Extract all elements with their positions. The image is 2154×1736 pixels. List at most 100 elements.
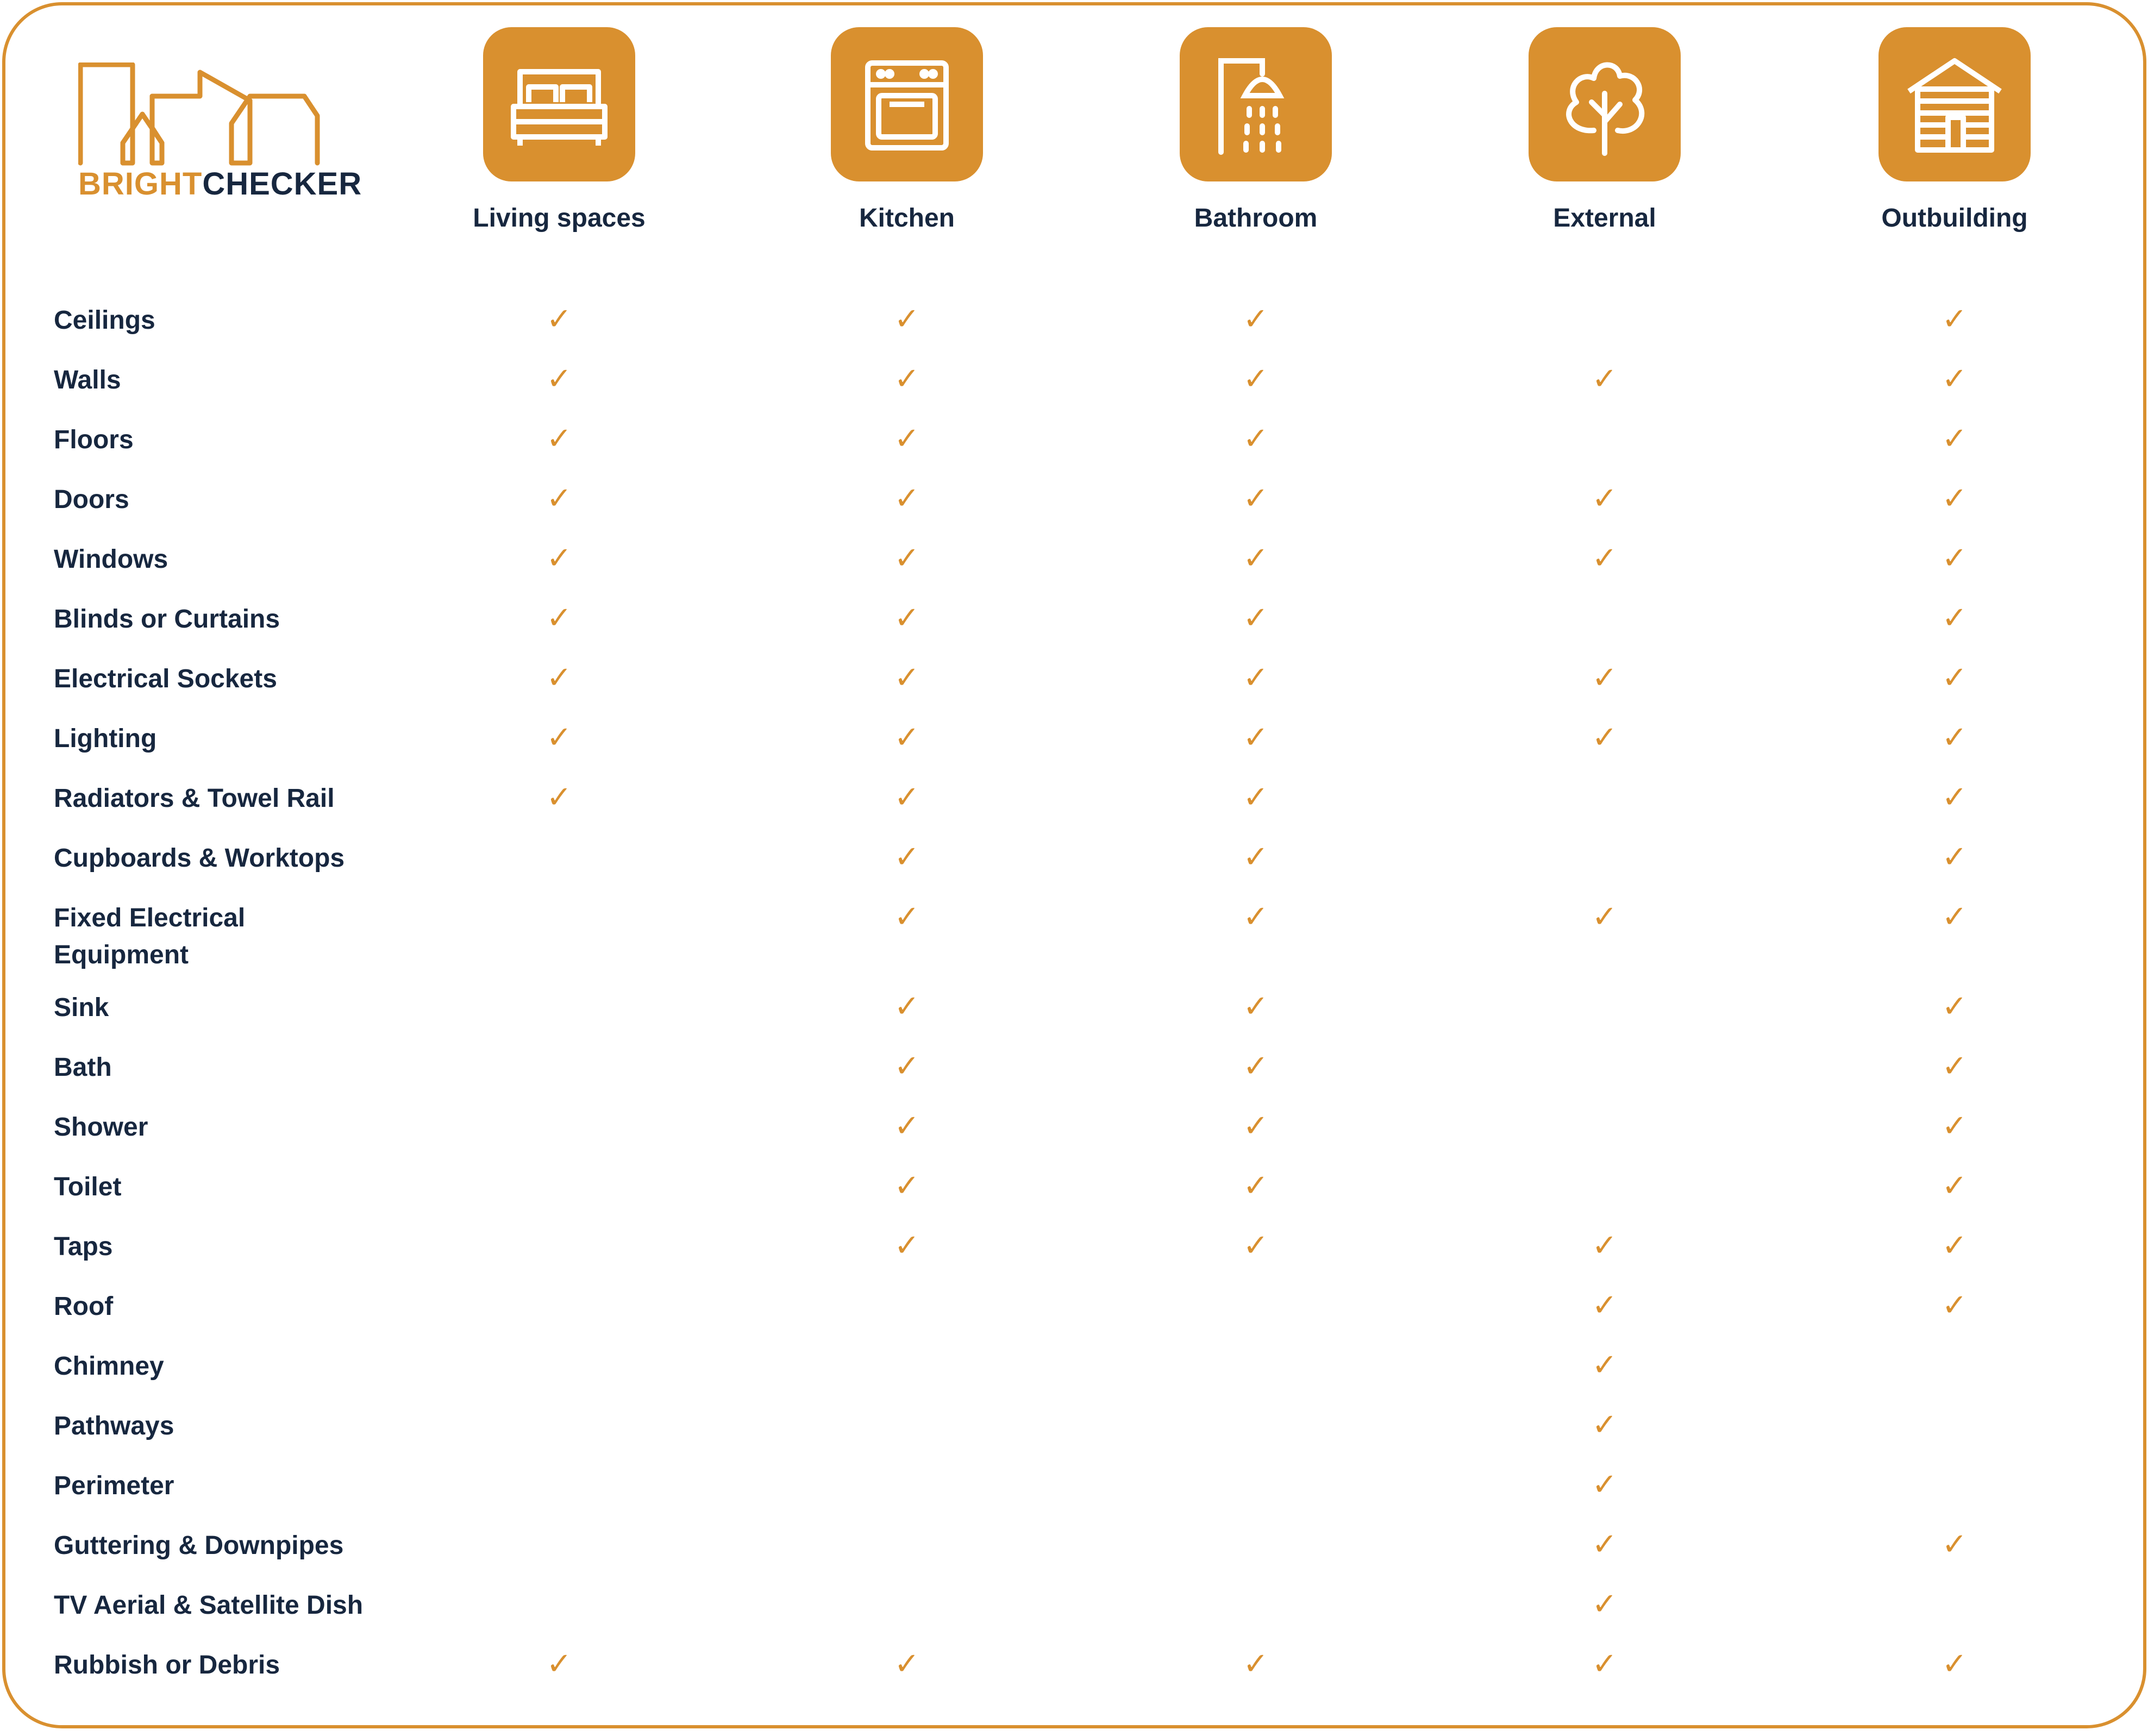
table-row: Rubbish or Debris ✓ ✓ ✓ ✓ ✓ xyxy=(0,1647,2154,1707)
checkmark-icon: ✓ xyxy=(1243,989,1269,1024)
table-row: Pathways ✓ xyxy=(0,1408,2154,1468)
checkmark-icon: ✓ xyxy=(546,660,572,695)
checkmark-icon: ✓ xyxy=(894,660,920,695)
table-row: Guttering & Downpipes ✓ ✓ xyxy=(0,1527,2154,1587)
checkmark-icon: ✓ xyxy=(1592,541,1618,576)
row-label: Bath xyxy=(54,1053,112,1082)
brand-name: BRIGHTCHECKER xyxy=(78,166,362,202)
column-label: Bathroom xyxy=(1194,204,1318,233)
table-row: Lighting ✓ ✓ ✓ ✓ ✓ xyxy=(0,720,2154,780)
checkmark-icon: ✓ xyxy=(894,1228,920,1263)
checkmark-icon: ✓ xyxy=(1592,481,1618,516)
checkmark-icon: ✓ xyxy=(894,839,920,875)
checkmark-icon: ✓ xyxy=(1942,361,1968,397)
row-label: Pathways xyxy=(54,1412,174,1440)
checkmark-icon: ✓ xyxy=(1592,1467,1618,1502)
bed-icon xyxy=(483,27,635,181)
row-label: TV Aerial & Satellite Dish xyxy=(54,1591,364,1620)
checkmark-icon: ✓ xyxy=(1942,839,1968,875)
table-row: Fixed Electrical Equipment ✓ ✓ ✓ ✓ xyxy=(0,899,2154,970)
checkmark-icon: ✓ xyxy=(894,989,920,1024)
row-label: Blinds or Curtains xyxy=(54,605,280,634)
checkmark-icon: ✓ xyxy=(1942,600,1968,636)
checkmark-icon: ✓ xyxy=(1243,1228,1269,1263)
checkmark-icon: ✓ xyxy=(894,1168,920,1204)
checkmark-icon: ✓ xyxy=(1592,361,1618,397)
column-header-living-spaces: Living spaces xyxy=(450,27,668,233)
row-label: Perimeter xyxy=(54,1471,174,1500)
checkmark-icon: ✓ xyxy=(1243,899,1269,935)
row-label: Doors xyxy=(54,485,129,514)
checkmark-icon: ✓ xyxy=(1942,481,1968,516)
brand-name-part1: BRIGHT xyxy=(78,166,203,202)
row-label: Rubbish or Debris xyxy=(54,1651,280,1679)
checkmark-icon: ✓ xyxy=(894,1646,920,1682)
checkmark-icon: ✓ xyxy=(1592,1348,1618,1383)
checkmark-icon: ✓ xyxy=(1592,1587,1618,1622)
brand-name-part2: CHECKER xyxy=(202,166,362,202)
column-header-outbuilding: Outbuilding xyxy=(1846,27,2063,233)
table-row: Sink ✓ ✓ ✓ xyxy=(0,989,2154,1049)
checkmark-icon: ✓ xyxy=(1592,1228,1618,1263)
checkmark-icon: ✓ xyxy=(1942,1168,1968,1204)
table-row: Toilet ✓ ✓ ✓ xyxy=(0,1169,2154,1229)
row-label: Sink xyxy=(54,993,109,1022)
checkmark-icon: ✓ xyxy=(1942,780,1968,815)
checkmark-icon: ✓ xyxy=(894,481,920,516)
checkmark-icon: ✓ xyxy=(1592,1527,1618,1562)
checkmark-icon: ✓ xyxy=(1942,1108,1968,1144)
checkmark-icon: ✓ xyxy=(894,1049,920,1084)
row-label: Lighting xyxy=(54,724,157,753)
checkmark-icon: ✓ xyxy=(1942,989,1968,1024)
column-header-kitchen: Kitchen xyxy=(798,27,1016,233)
table-row: Cupboards & Worktops ✓ ✓ ✓ xyxy=(0,840,2154,900)
table-row: Perimeter ✓ xyxy=(0,1468,2154,1527)
brand-logo: BRIGHTCHECKER xyxy=(78,62,361,204)
table-row: Walls ✓ ✓ ✓ ✓ ✓ xyxy=(0,362,2154,422)
checkmark-icon: ✓ xyxy=(1942,1527,1968,1562)
table-row: Windows ✓ ✓ ✓ ✓ ✓ xyxy=(0,541,2154,601)
table-row: Doors ✓ ✓ ✓ ✓ ✓ xyxy=(0,481,2154,541)
row-label: Ceilings xyxy=(54,306,155,335)
checkmark-icon: ✓ xyxy=(1243,361,1269,397)
row-label: Floors xyxy=(54,425,134,454)
row-label: Guttering & Downpipes xyxy=(54,1531,344,1560)
shed-icon xyxy=(1879,27,2031,181)
checkmark-icon: ✓ xyxy=(1243,720,1269,755)
row-label: Fixed Electrical Equipment xyxy=(54,904,246,969)
row-label: Shower xyxy=(54,1113,148,1142)
checkmark-icon: ✓ xyxy=(1243,660,1269,695)
row-label: Chimney xyxy=(54,1352,164,1381)
row-label: Roof xyxy=(54,1292,114,1321)
table-row: Ceilings ✓ ✓ ✓ ✓ xyxy=(0,302,2154,362)
checkmark-icon: ✓ xyxy=(1243,1108,1269,1144)
checkmark-icon: ✓ xyxy=(1592,1288,1618,1323)
row-label: Taps xyxy=(54,1232,113,1261)
checkmark-icon: ✓ xyxy=(1243,839,1269,875)
checkmark-icon: ✓ xyxy=(546,1646,572,1682)
checkmark-icon: ✓ xyxy=(1942,720,1968,755)
column-label: Outbuilding xyxy=(1881,204,2028,233)
checkmark-icon: ✓ xyxy=(546,780,572,815)
row-label: Windows xyxy=(54,545,168,574)
checkmark-icon: ✓ xyxy=(1243,1168,1269,1204)
checkmark-icon: ✓ xyxy=(1243,421,1269,456)
column-header-bathroom: Bathroom xyxy=(1147,27,1364,233)
checkmark-icon: ✓ xyxy=(1942,660,1968,695)
table-row: Chimney ✓ xyxy=(0,1348,2154,1408)
checkmark-icon: ✓ xyxy=(894,302,920,337)
table-row: Floors ✓ ✓ ✓ ✓ xyxy=(0,422,2154,481)
table-row: Electrical Sockets ✓ ✓ ✓ ✓ ✓ xyxy=(0,661,2154,720)
shower-icon xyxy=(1180,27,1332,181)
checkmark-icon: ✓ xyxy=(1942,302,1968,337)
table-row: Radiators & Towel Rail ✓ ✓ ✓ ✓ xyxy=(0,780,2154,840)
checkmark-icon: ✓ xyxy=(1243,1646,1269,1682)
column-label: Kitchen xyxy=(859,204,955,233)
checkmark-icon: ✓ xyxy=(1243,481,1269,516)
checkmark-icon: ✓ xyxy=(1243,1049,1269,1084)
table-row: Blinds or Curtains ✓ ✓ ✓ ✓ xyxy=(0,601,2154,661)
checkmark-icon: ✓ xyxy=(1942,1288,1968,1323)
checkmark-icon: ✓ xyxy=(1942,421,1968,456)
checkmark-icon: ✓ xyxy=(546,421,572,456)
row-label: Toilet xyxy=(54,1173,122,1201)
